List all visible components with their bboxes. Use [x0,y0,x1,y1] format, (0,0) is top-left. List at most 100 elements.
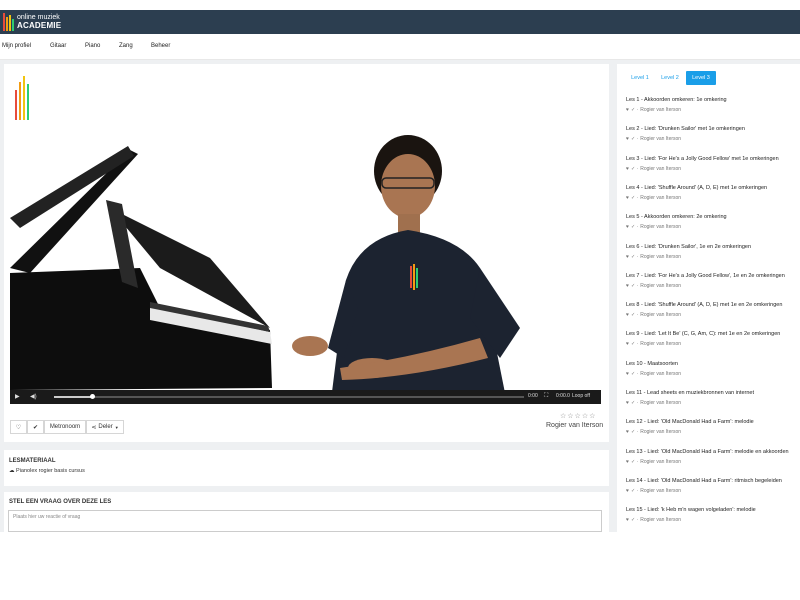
lesson-title[interactable]: Les 10 - Maatsoorten [626,361,796,367]
favorite-button[interactable]: ♡ [10,420,27,434]
check-icon[interactable]: ✓ · [631,429,638,435]
check-icon[interactable]: ✓ · [631,371,638,377]
time-total: 0:00.0 [556,393,570,399]
check-icon[interactable]: ✓ · [631,224,638,230]
lesson-title[interactable]: Les 1 - Akkoorden omkeren: 1e omkering [626,97,796,103]
video-progress-handle[interactable] [90,394,95,399]
time-current: 0:00 [528,393,538,399]
lesmateriaal-file-link[interactable]: ☁ Pianolex rogier basis cursus [9,468,85,474]
metronome-button[interactable]: Metronoom [44,420,86,434]
logo-bars-icon [3,13,14,31]
lesson-author: Rogier van Iterson [640,312,682,319]
nav-item-mijn-profiel[interactable]: Mijn profiel [2,43,31,49]
lesson-author: Rogier van Iterson [640,429,682,436]
lesson-item[interactable]: Les 8 - Lied: 'Shuffle Around' (A, D, E)… [626,302,796,318]
lesson-title[interactable]: Les 5 - Akkoorden omkeren: 2e omkering [626,214,796,220]
lesson-title[interactable]: Les 12 - Lied: 'Old MacDonald Had a Farm… [626,419,796,425]
nav-item-piano[interactable]: Piano [85,43,100,49]
check-icon[interactable]: ✓ · [631,459,638,465]
tab-level-2[interactable]: Level 2 [656,71,684,85]
lesson-title[interactable]: Les 15 - Lied: 'k Heb m'n wagen volgelad… [626,507,796,513]
lesson-meta: ♥ ✓ · Rogier van Iterson [626,371,796,377]
lesson-title[interactable]: Les 11 - Lead sheets en muziekbronnen va… [626,390,796,396]
site-logo[interactable]: online muziek ACADEMIE [3,12,61,32]
question-title: STEL EEN VRAAG OVER DEZE LES [9,499,112,505]
heart-icon[interactable]: ♥ [626,400,629,406]
heart-icon[interactable]: ♥ [626,459,629,465]
check-icon[interactable]: ✓ · [631,254,638,260]
fullscreen-icon[interactable]: ⛶ [544,393,548,400]
heart-icon[interactable]: ♥ [626,517,629,523]
check-icon[interactable]: ✓ · [631,312,638,318]
lesson-meta: ♥ ✓ · Rogier van Iterson [626,312,796,318]
lesson-item[interactable]: Les 7 - Lied: 'For He's a Jolly Good Fel… [626,273,796,289]
check-icon[interactable]: ✓ · [631,283,638,289]
question-textarea[interactable]: Plaats hier uw reactie of vraag [8,510,602,532]
heart-icon[interactable]: ♥ [626,429,629,435]
lesson-item[interactable]: Les 10 - Maatsoorten ♥ ✓ · Rogier van Iters… [626,361,796,377]
lesson-meta: ♥ ✓ · Rogier van Iterson [626,429,796,435]
rating-stars[interactable]: ☆☆☆☆☆ [560,412,596,420]
heart-icon[interactable]: ♥ [626,254,629,260]
lesson-item[interactable]: Les 14 - Lied: 'Old MacDonald Had a Farm… [626,478,796,494]
heart-icon[interactable]: ♥ [626,341,629,347]
lesson-author: Rogier van Iterson [640,282,682,289]
video-progress-bar[interactable] [54,394,524,399]
heart-icon[interactable]: ♥ [626,107,629,113]
check-icon[interactable]: ✓ · [631,166,638,172]
heart-icon[interactable]: ♥ [626,224,629,230]
volume-icon[interactable]: ◀) [30,393,37,400]
check-icon[interactable]: ✓ · [631,488,638,494]
nav-item-beheer[interactable]: Beheer [151,43,170,49]
lesson-item[interactable]: Les 9 - Lied: 'Let It Be' (C, G, Am, C):… [626,331,796,347]
lesson-title[interactable]: Les 3 - Lied: 'For He's a Jolly Good Fel… [626,156,796,162]
lesson-title[interactable]: Les 7 - Lied: 'For He's a Jolly Good Fel… [626,273,796,279]
share-button[interactable]: ⋖ Deler ▼ [86,420,124,434]
lesson-item[interactable]: Les 1 - Akkoorden omkeren: 1e omkering ♥ ✓… [626,97,796,113]
lesson-item[interactable]: Les 4 - Lied: 'Shuffle Around' (A, D, E)… [626,185,796,201]
lesson-title[interactable]: Les 2 - Lied: 'Drunken Sailor' met 1e om… [626,126,796,132]
lesson-title[interactable]: Les 14 - Lied: 'Old MacDonald Had a Farm… [626,478,796,484]
heart-icon[interactable]: ♥ [626,488,629,494]
lesson-item[interactable]: Les 13 - Lied: 'Old MacDonald Had a Farm… [626,449,796,465]
check-icon[interactable]: ✓ · [631,517,638,523]
heart-icon[interactable]: ♥ [626,195,629,201]
check-icon[interactable]: ✓ · [631,107,638,113]
check-icon[interactable]: ✓ · [631,136,638,142]
check-icon[interactable]: ✓ · [631,400,638,406]
tab-level-3[interactable]: Level 3 [686,71,716,85]
lesson-title[interactable]: Les 13 - Lied: 'Old MacDonald Had a Farm… [626,449,796,455]
lesson-item[interactable]: Les 5 - Akkoorden omkeren: 2e omkering ♥ ✓… [626,214,796,230]
lesson-author: Rogier van Iterson [640,517,682,524]
lesson-title[interactable]: Les 6 - Lied: 'Drunken Sailor', 1e en 2e… [626,244,796,250]
heart-icon[interactable]: ♥ [626,283,629,289]
check-icon[interactable]: ✓ · [631,195,638,201]
lesson-title[interactable]: Les 9 - Lied: 'Let It Be' (C, G, Am, C):… [626,331,796,337]
lesson-item[interactable]: Les 11 - Lead sheets en muziekbronnen va… [626,390,796,406]
tab-level-1[interactable]: Level 1 [626,71,654,85]
loop-toggle[interactable]: Loop off [572,393,590,399]
lesson-title[interactable]: Les 8 - Lied: 'Shuffle Around' (A, D, E)… [626,302,796,308]
lesson-title[interactable]: Les 4 - Lied: 'Shuffle Around' (A, D, E)… [626,185,796,191]
nav-item-zang[interactable]: Zang [119,43,133,49]
check-icon[interactable]: ✓ · [631,341,638,347]
nav-item-gitaar[interactable]: Gitaar [50,43,66,49]
complete-button[interactable]: ✔ [27,420,44,434]
lesson-item[interactable]: Les 12 - Lied: 'Old MacDonald Had a Farm… [626,419,796,435]
heart-icon[interactable]: ♥ [626,166,629,172]
lesson-item[interactable]: Les 3 - Lied: 'For He's a Jolly Good Fel… [626,156,796,172]
video-player[interactable]: ▶ ◀) 0:00 ⛶ 0:00.0 Loop off [10,68,601,404]
video-progress-fill [54,396,92,398]
heart-icon[interactable]: ♥ [626,136,629,142]
heart-icon[interactable]: ♥ [626,312,629,318]
lesson-item[interactable]: Les 2 - Lied: 'Drunken Sailor' met 1e om… [626,126,796,142]
cloud-download-icon: ☁ [9,468,15,474]
lesson-author: Rogier van Iterson [640,136,682,143]
lesson-meta: ♥ ✓ · Rogier van Iterson [626,341,796,347]
lesson-meta: ♥ ✓ · Rogier van Iterson [626,283,796,289]
lesson-item[interactable]: Les 15 - Lied: 'k Heb m'n wagen volgelad… [626,507,796,523]
lesson-item[interactable]: Les 6 - Lied: 'Drunken Sailor', 1e en 2e… [626,244,796,260]
lesmateriaal-file-label: Pianolex rogier basis cursus [16,468,85,474]
play-icon[interactable]: ▶ [15,393,20,400]
heart-icon[interactable]: ♥ [626,371,629,377]
